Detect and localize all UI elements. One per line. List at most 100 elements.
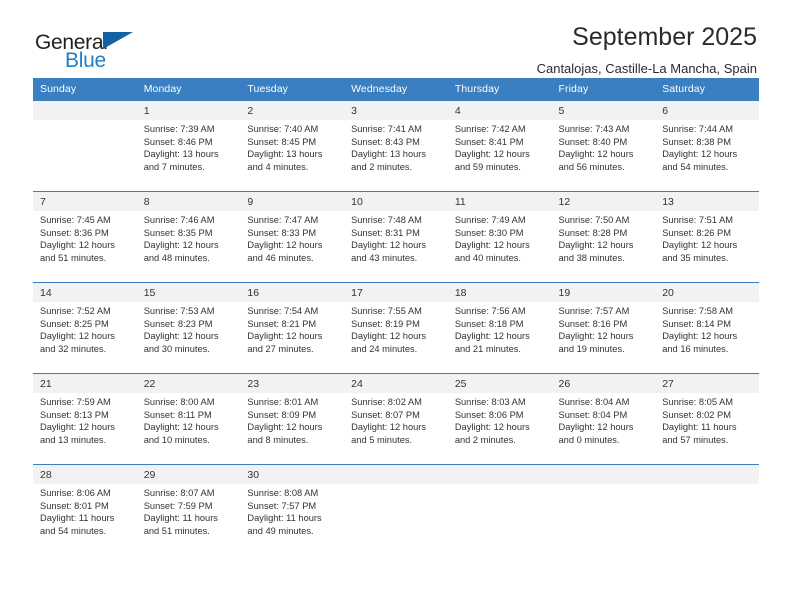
daylight-text-1: Daylight: 12 hours bbox=[247, 331, 323, 342]
daylight-text-2: and 24 minutes. bbox=[351, 343, 418, 354]
day-cell[interactable]: Sunrise: 8:05 AM Sunset: 8:02 PM Dayligh… bbox=[655, 393, 759, 465]
day-number[interactable]: 22 bbox=[136, 373, 241, 393]
day-cell[interactable]: Sunrise: 7:49 AM Sunset: 8:30 PM Dayligh… bbox=[447, 211, 552, 283]
title-block: September 2025 Cantalojas, Castille-La M… bbox=[537, 22, 759, 78]
day-cell[interactable]: Sunrise: 7:59 AM Sunset: 8:13 PM Dayligh… bbox=[33, 393, 137, 465]
day-number[interactable]: 15 bbox=[136, 282, 241, 302]
day-number[interactable]: 28 bbox=[33, 464, 137, 484]
daylight-text-1: Daylight: 12 hours bbox=[558, 149, 634, 160]
day-cell[interactable]: Sunrise: 8:02 AM Sunset: 8:07 PM Dayligh… bbox=[344, 393, 448, 465]
calendar-body: 1 2 3 4 5 6 Sunrise: 7:39 AM Sunset: 8:4… bbox=[33, 101, 759, 555]
day-cell[interactable]: Sunrise: 7:39 AM Sunset: 8:46 PM Dayligh… bbox=[136, 120, 241, 192]
day-cell[interactable]: Sunrise: 8:08 AM Sunset: 7:57 PM Dayligh… bbox=[240, 484, 345, 555]
day-cell[interactable]: Sunrise: 7:53 AM Sunset: 8:23 PM Dayligh… bbox=[136, 302, 241, 374]
day-number[interactable] bbox=[33, 101, 137, 120]
daylight-text-2: and 54 minutes. bbox=[40, 525, 107, 536]
day-cell[interactable]: Sunrise: 8:00 AM Sunset: 8:11 PM Dayligh… bbox=[136, 393, 241, 465]
day-cell[interactable]: Sunrise: 7:58 AM Sunset: 8:14 PM Dayligh… bbox=[655, 302, 759, 374]
day-number[interactable]: 26 bbox=[551, 373, 656, 393]
day-number[interactable]: 16 bbox=[240, 282, 345, 302]
day-cell[interactable] bbox=[655, 484, 759, 555]
day-number[interactable] bbox=[447, 464, 552, 484]
day-cell[interactable]: Sunrise: 7:47 AM Sunset: 8:33 PM Dayligh… bbox=[240, 211, 345, 283]
day-number[interactable]: 23 bbox=[240, 373, 345, 393]
day-number[interactable]: 18 bbox=[447, 282, 552, 302]
day-cell[interactable]: Sunrise: 7:55 AM Sunset: 8:19 PM Dayligh… bbox=[344, 302, 448, 374]
day-cell[interactable]: Sunrise: 8:06 AM Sunset: 8:01 PM Dayligh… bbox=[33, 484, 137, 555]
day-number[interactable] bbox=[344, 464, 448, 484]
sunrise-text: Sunrise: 7:42 AM bbox=[454, 124, 526, 134]
day-number[interactable]: 9 bbox=[240, 191, 345, 211]
day-number[interactable]: 14 bbox=[33, 282, 137, 302]
day-number[interactable]: 1 bbox=[136, 101, 241, 120]
day-number[interactable] bbox=[655, 464, 759, 484]
day-number[interactable]: 12 bbox=[551, 191, 656, 211]
daylight-text-2: and 13 minutes. bbox=[40, 434, 107, 445]
day-number[interactable]: 25 bbox=[447, 373, 552, 393]
day-cell[interactable]: Sunrise: 7:50 AM Sunset: 8:28 PM Dayligh… bbox=[551, 211, 656, 283]
day-number[interactable]: 29 bbox=[136, 464, 241, 484]
day-number[interactable]: 20 bbox=[655, 282, 759, 302]
day-cell[interactable]: Sunrise: 7:57 AM Sunset: 8:16 PM Dayligh… bbox=[551, 302, 656, 374]
daylight-text-2: and 2 minutes. bbox=[454, 434, 516, 445]
sunrise-text: Sunrise: 7:47 AM bbox=[247, 215, 319, 225]
day-cell[interactable] bbox=[344, 484, 448, 555]
day-number[interactable]: 2 bbox=[240, 101, 345, 120]
day-cell[interactable]: Sunrise: 7:43 AM Sunset: 8:40 PM Dayligh… bbox=[551, 120, 656, 192]
day-number[interactable]: 6 bbox=[655, 101, 759, 120]
day-cell[interactable]: Sunrise: 7:41 AM Sunset: 8:43 PM Dayligh… bbox=[344, 120, 448, 192]
day-number[interactable]: 4 bbox=[447, 101, 552, 120]
sunset-text: Sunset: 8:38 PM bbox=[662, 136, 731, 147]
sunset-text: Sunset: 8:35 PM bbox=[143, 227, 213, 238]
day-cell[interactable]: Sunrise: 8:01 AM Sunset: 8:09 PM Dayligh… bbox=[240, 393, 345, 465]
day-number[interactable]: 21 bbox=[33, 373, 137, 393]
generalblue-logo[interactable]: General Blue bbox=[35, 22, 145, 72]
day-cell[interactable] bbox=[447, 484, 552, 555]
day-cell[interactable]: Sunrise: 7:52 AM Sunset: 8:25 PM Dayligh… bbox=[33, 302, 137, 374]
week-3-daynumbers: 14 15 16 17 18 19 20 bbox=[33, 282, 759, 302]
sunset-text: Sunset: 8:21 PM bbox=[247, 318, 317, 329]
daylight-text-2: and 43 minutes. bbox=[351, 252, 418, 263]
sunset-text: Sunset: 8:18 PM bbox=[454, 318, 524, 329]
day-number[interactable]: 13 bbox=[655, 191, 759, 211]
day-number[interactable] bbox=[551, 464, 656, 484]
day-number[interactable]: 7 bbox=[33, 191, 137, 211]
day-number[interactable]: 17 bbox=[344, 282, 448, 302]
day-cell[interactable]: Sunrise: 7:51 AM Sunset: 8:26 PM Dayligh… bbox=[655, 211, 759, 283]
day-number[interactable]: 24 bbox=[344, 373, 448, 393]
day-number[interactable]: 19 bbox=[551, 282, 656, 302]
day-cell[interactable] bbox=[551, 484, 656, 555]
day-cell[interactable]: Sunrise: 7:44 AM Sunset: 8:38 PM Dayligh… bbox=[655, 120, 759, 192]
daylight-text-1: Daylight: 12 hours bbox=[247, 422, 323, 433]
daylight-text-2: and 54 minutes. bbox=[662, 161, 729, 172]
weekday-thursday: Thursday bbox=[447, 78, 552, 101]
week-5-details: Sunrise: 8:06 AM Sunset: 8:01 PM Dayligh… bbox=[33, 484, 759, 555]
day-cell[interactable]: Sunrise: 7:42 AM Sunset: 8:41 PM Dayligh… bbox=[447, 120, 552, 192]
day-number[interactable]: 3 bbox=[344, 101, 448, 120]
day-cell[interactable]: Sunrise: 8:04 AM Sunset: 8:04 PM Dayligh… bbox=[551, 393, 656, 465]
daylight-text-2: and 46 minutes. bbox=[247, 252, 314, 263]
day-cell[interactable]: Sunrise: 7:54 AM Sunset: 8:21 PM Dayligh… bbox=[240, 302, 345, 374]
daylight-text-1: Daylight: 11 hours bbox=[662, 422, 737, 433]
sunset-text: Sunset: 8:31 PM bbox=[351, 227, 420, 238]
daylight-text-1: Daylight: 12 hours bbox=[143, 331, 219, 342]
day-cell[interactable] bbox=[33, 120, 137, 192]
day-cell[interactable]: Sunrise: 8:03 AM Sunset: 8:06 PM Dayligh… bbox=[447, 393, 552, 465]
day-cell[interactable]: Sunrise: 7:40 AM Sunset: 8:45 PM Dayligh… bbox=[240, 120, 345, 192]
logo-text-blue: Blue bbox=[65, 49, 106, 72]
day-number[interactable]: 30 bbox=[240, 464, 345, 484]
daylight-text-2: and 56 minutes. bbox=[558, 161, 625, 172]
day-number[interactable]: 27 bbox=[655, 373, 759, 393]
day-cell[interactable]: Sunrise: 7:48 AM Sunset: 8:31 PM Dayligh… bbox=[344, 211, 448, 283]
day-cell[interactable]: Sunrise: 7:56 AM Sunset: 8:18 PM Dayligh… bbox=[447, 302, 552, 374]
day-number[interactable]: 10 bbox=[344, 191, 448, 211]
day-cell[interactable]: Sunrise: 7:46 AM Sunset: 8:35 PM Dayligh… bbox=[136, 211, 241, 283]
weekday-header: Sunday Monday Tuesday Wednesday Thursday… bbox=[33, 78, 759, 101]
day-cell[interactable]: Sunrise: 7:45 AM Sunset: 8:36 PM Dayligh… bbox=[33, 211, 137, 283]
day-number[interactable]: 8 bbox=[136, 191, 241, 211]
day-cell[interactable]: Sunrise: 8:07 AM Sunset: 7:59 PM Dayligh… bbox=[136, 484, 241, 555]
day-number[interactable]: 5 bbox=[551, 101, 656, 120]
sunset-text: Sunset: 8:09 PM bbox=[247, 409, 317, 420]
day-number[interactable]: 11 bbox=[447, 191, 552, 211]
daylight-text-2: and 4 minutes. bbox=[247, 161, 309, 172]
